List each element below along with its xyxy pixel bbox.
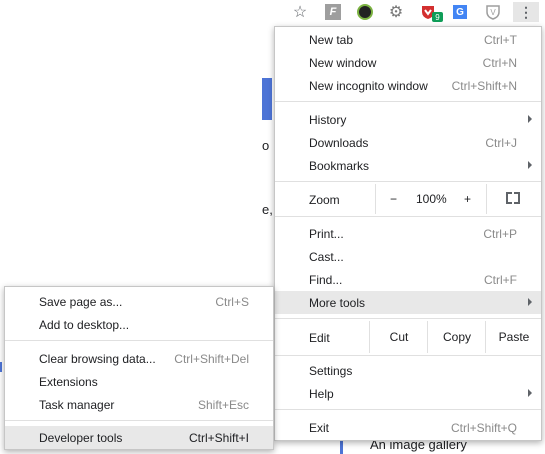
- zoom-row: Zoom − 100% +: [275, 184, 541, 214]
- copy-button[interactable]: Copy: [427, 321, 486, 353]
- menu-item-downloads[interactable]: Downloads Ctrl+J: [275, 131, 541, 154]
- menu-separator: [5, 420, 273, 421]
- submenu-item-extensions[interactable]: Extensions: [5, 370, 273, 393]
- menu-item-new-window[interactable]: New window Ctrl+N: [275, 51, 541, 74]
- translate-extension-icon[interactable]: G: [450, 2, 470, 22]
- submenu-arrow-icon: [528, 161, 532, 169]
- menu-item-exit[interactable]: Exit Ctrl+Shift+Q: [275, 416, 541, 439]
- extension-badge: 9: [432, 12, 443, 22]
- menu-item-history[interactable]: History: [275, 108, 541, 131]
- menu-separator: [275, 409, 541, 410]
- menu-item-bookmarks[interactable]: Bookmarks: [275, 154, 541, 177]
- menu-item-find[interactable]: Find... Ctrl+F: [275, 268, 541, 291]
- edit-row: Edit Cut Copy Paste: [275, 321, 541, 353]
- cut-button[interactable]: Cut: [369, 321, 428, 353]
- menu-item-new-incognito-window[interactable]: New incognito window Ctrl+Shift+N: [275, 74, 541, 97]
- menu-item-more-tools[interactable]: More tools: [275, 291, 541, 314]
- menu-separator: [275, 318, 541, 319]
- zoom-in-button[interactable]: +: [464, 192, 471, 206]
- fullscreen-icon[interactable]: [506, 192, 520, 204]
- menu-separator: [275, 355, 541, 356]
- page-blue-mark: [0, 362, 2, 372]
- svg-text:V: V: [490, 8, 496, 17]
- submenu-arrow-icon: [528, 389, 532, 397]
- zoom-level: 100%: [416, 192, 447, 206]
- v-shield-extension-icon[interactable]: V: [483, 2, 503, 22]
- menu-item-print[interactable]: Print... Ctrl+P: [275, 222, 541, 245]
- page-blue-block: [262, 78, 272, 120]
- paste-button[interactable]: Paste: [485, 321, 542, 353]
- zoom-out-button[interactable]: −: [390, 192, 397, 206]
- more-tools-submenu: Save page as... Ctrl+S Add to desktop...…: [4, 286, 274, 450]
- menu-separator: [275, 101, 541, 102]
- browser-menu: New tab Ctrl+T New window Ctrl+N New inc…: [274, 26, 542, 441]
- f-extension-icon[interactable]: F: [323, 2, 343, 22]
- submenu-arrow-icon: [528, 115, 532, 123]
- gear-extension-icon[interactable]: ⚙: [386, 2, 406, 22]
- menu-item-new-tab[interactable]: New tab Ctrl+T: [275, 28, 541, 51]
- zoom-controls: − 100% +: [375, 184, 487, 214]
- page-text-fragment: o: [262, 138, 270, 153]
- menu-item-settings[interactable]: Settings: [275, 359, 541, 382]
- menu-separator: [275, 181, 541, 182]
- menu-separator: [275, 216, 541, 217]
- submenu-item-clear-browsing-data[interactable]: Clear browsing data... Ctrl+Shift+Del: [5, 347, 273, 370]
- menu-item-help[interactable]: Help: [275, 382, 541, 405]
- three-dots-vertical-icon[interactable]: ⋮: [513, 2, 539, 22]
- page-text-fragment: e,: [262, 202, 273, 217]
- submenu-item-developer-tools[interactable]: Developer tools Ctrl+Shift+I: [5, 426, 273, 449]
- menu-separator: [5, 340, 273, 341]
- submenu-item-add-to-desktop[interactable]: Add to desktop...: [5, 313, 273, 336]
- green-circle-extension-icon[interactable]: [355, 2, 375, 22]
- submenu-item-task-manager[interactable]: Task manager Shift+Esc: [5, 393, 273, 416]
- submenu-arrow-icon: [528, 298, 532, 306]
- star-icon[interactable]: ☆: [290, 2, 310, 22]
- submenu-item-save-page[interactable]: Save page as... Ctrl+S: [5, 290, 273, 313]
- browser-toolbar: ☆ F ⚙ 9 G V ⋮: [0, 0, 545, 24]
- menu-item-cast[interactable]: Cast...: [275, 245, 541, 268]
